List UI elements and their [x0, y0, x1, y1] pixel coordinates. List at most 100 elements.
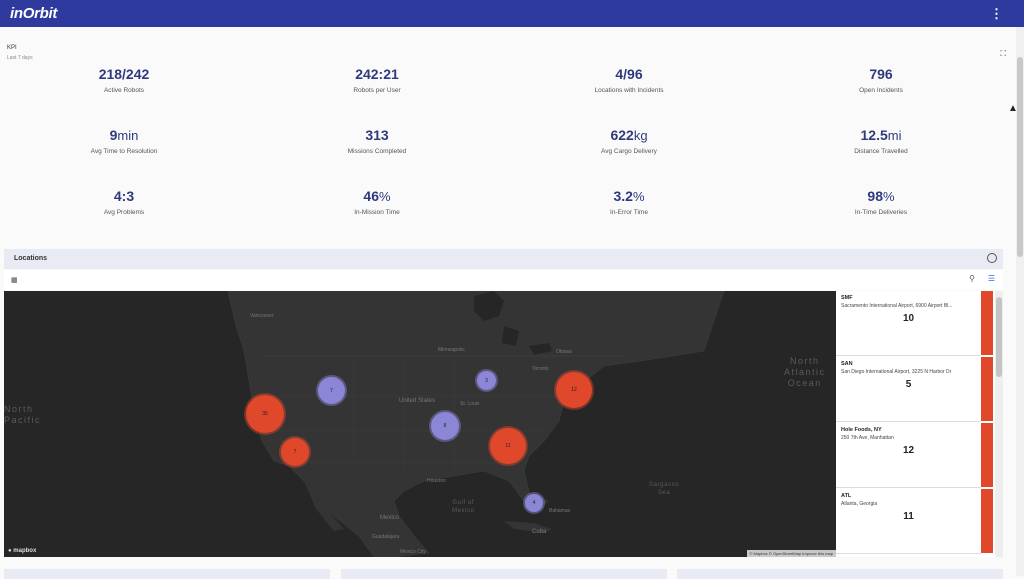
map-label-atlantic: North Atlantic Ocean [784, 356, 826, 388]
globe-icon[interactable] [987, 253, 997, 263]
location-address: Sacramento International Airport, 6900 A… [841, 303, 953, 309]
grid-view-icon[interactable]: ▦ [11, 276, 18, 284]
map-cluster[interactable]: 8 [431, 412, 459, 440]
kpi-value: 242:21 [355, 66, 399, 82]
location-status-bar [981, 423, 993, 487]
kpi-label: Active Robots [103, 87, 145, 94]
locations-map[interactable]: Vancouver Ottawa Toronto Minneapolis St.… [4, 291, 836, 557]
location-list-scrollbar[interactable] [995, 291, 1003, 557]
map-land-shapes [227, 291, 725, 557]
location-pin-icon[interactable]: ⚲ [969, 274, 975, 283]
location-list-item[interactable]: SAN San Diego International Airport, 322… [836, 357, 981, 422]
map-label-mexico: Mexico [380, 515, 400, 521]
fullscreen-icon[interactable]: ⛶ [1000, 49, 1006, 59]
kpi-value: 9min [109, 127, 139, 143]
mouse-cursor-icon: ▲ [1008, 103, 1018, 114]
map-toolbar: ▦ ⚲ ☰ [4, 270, 1003, 290]
kpi-value: 4:3 [113, 188, 135, 204]
location-count: 11 [903, 511, 914, 522]
location-list-item[interactable]: ATL Atlanta, Georgia 11 [836, 489, 981, 554]
location-list-item[interactable]: Hole Foods, NY 250 7th Ave, Manhattan 12 [836, 423, 981, 488]
location-address: San Diego International Airport, 3225 N … [841, 369, 952, 375]
kpi-card: 622kg Avg Cargo Delivery [529, 127, 729, 155]
kpi-value: 4/96 [615, 66, 643, 82]
kpi-label: Missions Completed [347, 148, 407, 155]
kpi-card: 313 Missions Completed [277, 127, 477, 155]
location-address: 250 7th Ave, Manhattan [841, 435, 894, 441]
map-cluster[interactable]: 7 [281, 438, 309, 466]
map-label-guadalajara: Guadalajara [372, 534, 400, 540]
map-label-mexico-city: Mexico City [400, 549, 426, 555]
map-cluster[interactable]: 4 [525, 494, 543, 512]
kpi-card: 4/96 Locations with Incidents [529, 66, 729, 94]
kpi-label: In-Mission Time [354, 209, 400, 216]
locations-title: Locations [14, 255, 48, 262]
kpi-value: 12.5mi [860, 127, 902, 143]
map-cluster[interactable]: 3 [477, 371, 496, 390]
location-code: Hole Foods, NY [841, 427, 882, 433]
map-cluster[interactable]: 35 [246, 395, 284, 433]
map-label-st-louis: St. Louis [460, 401, 480, 407]
filter-icon[interactable]: ☰ [988, 274, 995, 283]
mapbox-logo[interactable]: ● mapbox [8, 548, 36, 554]
map-attribution[interactable]: © Mapbox © OpenStreetMap Improve this ma… [746, 550, 836, 557]
map-label-vancouver: Vancouver [250, 313, 274, 319]
location-code: ATL [841, 493, 852, 499]
map-label-toronto: Toronto [532, 366, 549, 372]
location-list-scrollbar-thumb[interactable] [996, 297, 1002, 377]
map-cluster[interactable]: 11 [490, 428, 526, 464]
kpi-label: In-Error Time [610, 209, 648, 216]
map-label-pacific: North Pacific [4, 404, 42, 425]
location-list-item[interactable]: SMF Sacramento International Airport, 69… [836, 291, 981, 356]
kpi-title: KPI [7, 45, 17, 51]
map-label-bahamas: Bahamas [549, 508, 571, 514]
bottom-card [341, 569, 667, 579]
kpi-card: 12.5mi Distance Travelled [781, 127, 981, 155]
location-count: 5 [905, 379, 912, 390]
kpi-value: 218/242 [98, 66, 150, 82]
locations-header: Locations [4, 249, 1003, 269]
map-cluster[interactable]: 7 [318, 377, 345, 404]
kpi-card: 9min Avg Time to Resolution [24, 127, 224, 155]
kpi-value: 46% [363, 188, 391, 204]
kpi-card: 46% In-Mission Time [277, 188, 477, 216]
more-vert-icon[interactable]: ⋮ [990, 6, 1003, 22]
kpi-value: 796 [869, 66, 893, 82]
kpi-label: Avg Time to Resolution [90, 148, 158, 155]
map-label-united-states: United States [399, 398, 436, 404]
map-label-minneapolis: Minneapolis [438, 347, 465, 353]
location-count: 10 [902, 313, 915, 324]
kpi-label: Robots per User [353, 87, 401, 94]
kpi-label: In-Time Deliveries [854, 209, 908, 216]
location-status-bar [981, 489, 993, 553]
location-code: SAN [841, 361, 853, 367]
kpi-card: 218/242 Active Robots [24, 66, 224, 94]
kpi-label: Distance Travelled [854, 148, 908, 155]
kpi-value: 313 [365, 127, 389, 143]
kpi-card: 242:21 Robots per User [277, 66, 477, 94]
kpi-label: Locations with Incidents [594, 87, 664, 94]
bottom-card [4, 569, 330, 579]
map-cluster[interactable]: 12 [556, 372, 592, 408]
kpi-label: Open Incidents [859, 87, 903, 94]
kpi-label: Avg Problems [103, 209, 145, 216]
location-status-bar [981, 291, 993, 355]
map-label-sargasso: Sargasso Sea [649, 482, 680, 496]
kpi-value: 98% [867, 188, 895, 204]
location-list: SMF Sacramento International Airport, 69… [836, 291, 995, 557]
app-header: inOrbit ⋮ [0, 0, 1024, 27]
bottom-card [677, 569, 1003, 579]
location-count: 12 [902, 445, 915, 456]
kpi-card: 4:3 Avg Problems [24, 188, 224, 216]
kpi-value: 622kg [610, 127, 648, 143]
kpi-card: 796 Open Incidents [781, 66, 981, 94]
app-logo[interactable]: inOrbit [10, 5, 57, 22]
map-label-cuba: Cuba [532, 529, 547, 535]
location-status-bar [981, 357, 993, 421]
kpi-subtitle: Last 7 days [7, 55, 33, 61]
kpi-value: 3.2% [613, 188, 645, 204]
map-label-houston: Houston [427, 478, 446, 484]
page-scrollbar-thumb[interactable] [1017, 57, 1023, 257]
map-label-ottawa: Ottawa [556, 349, 572, 355]
location-address: Atlanta, Georgia [841, 501, 878, 507]
